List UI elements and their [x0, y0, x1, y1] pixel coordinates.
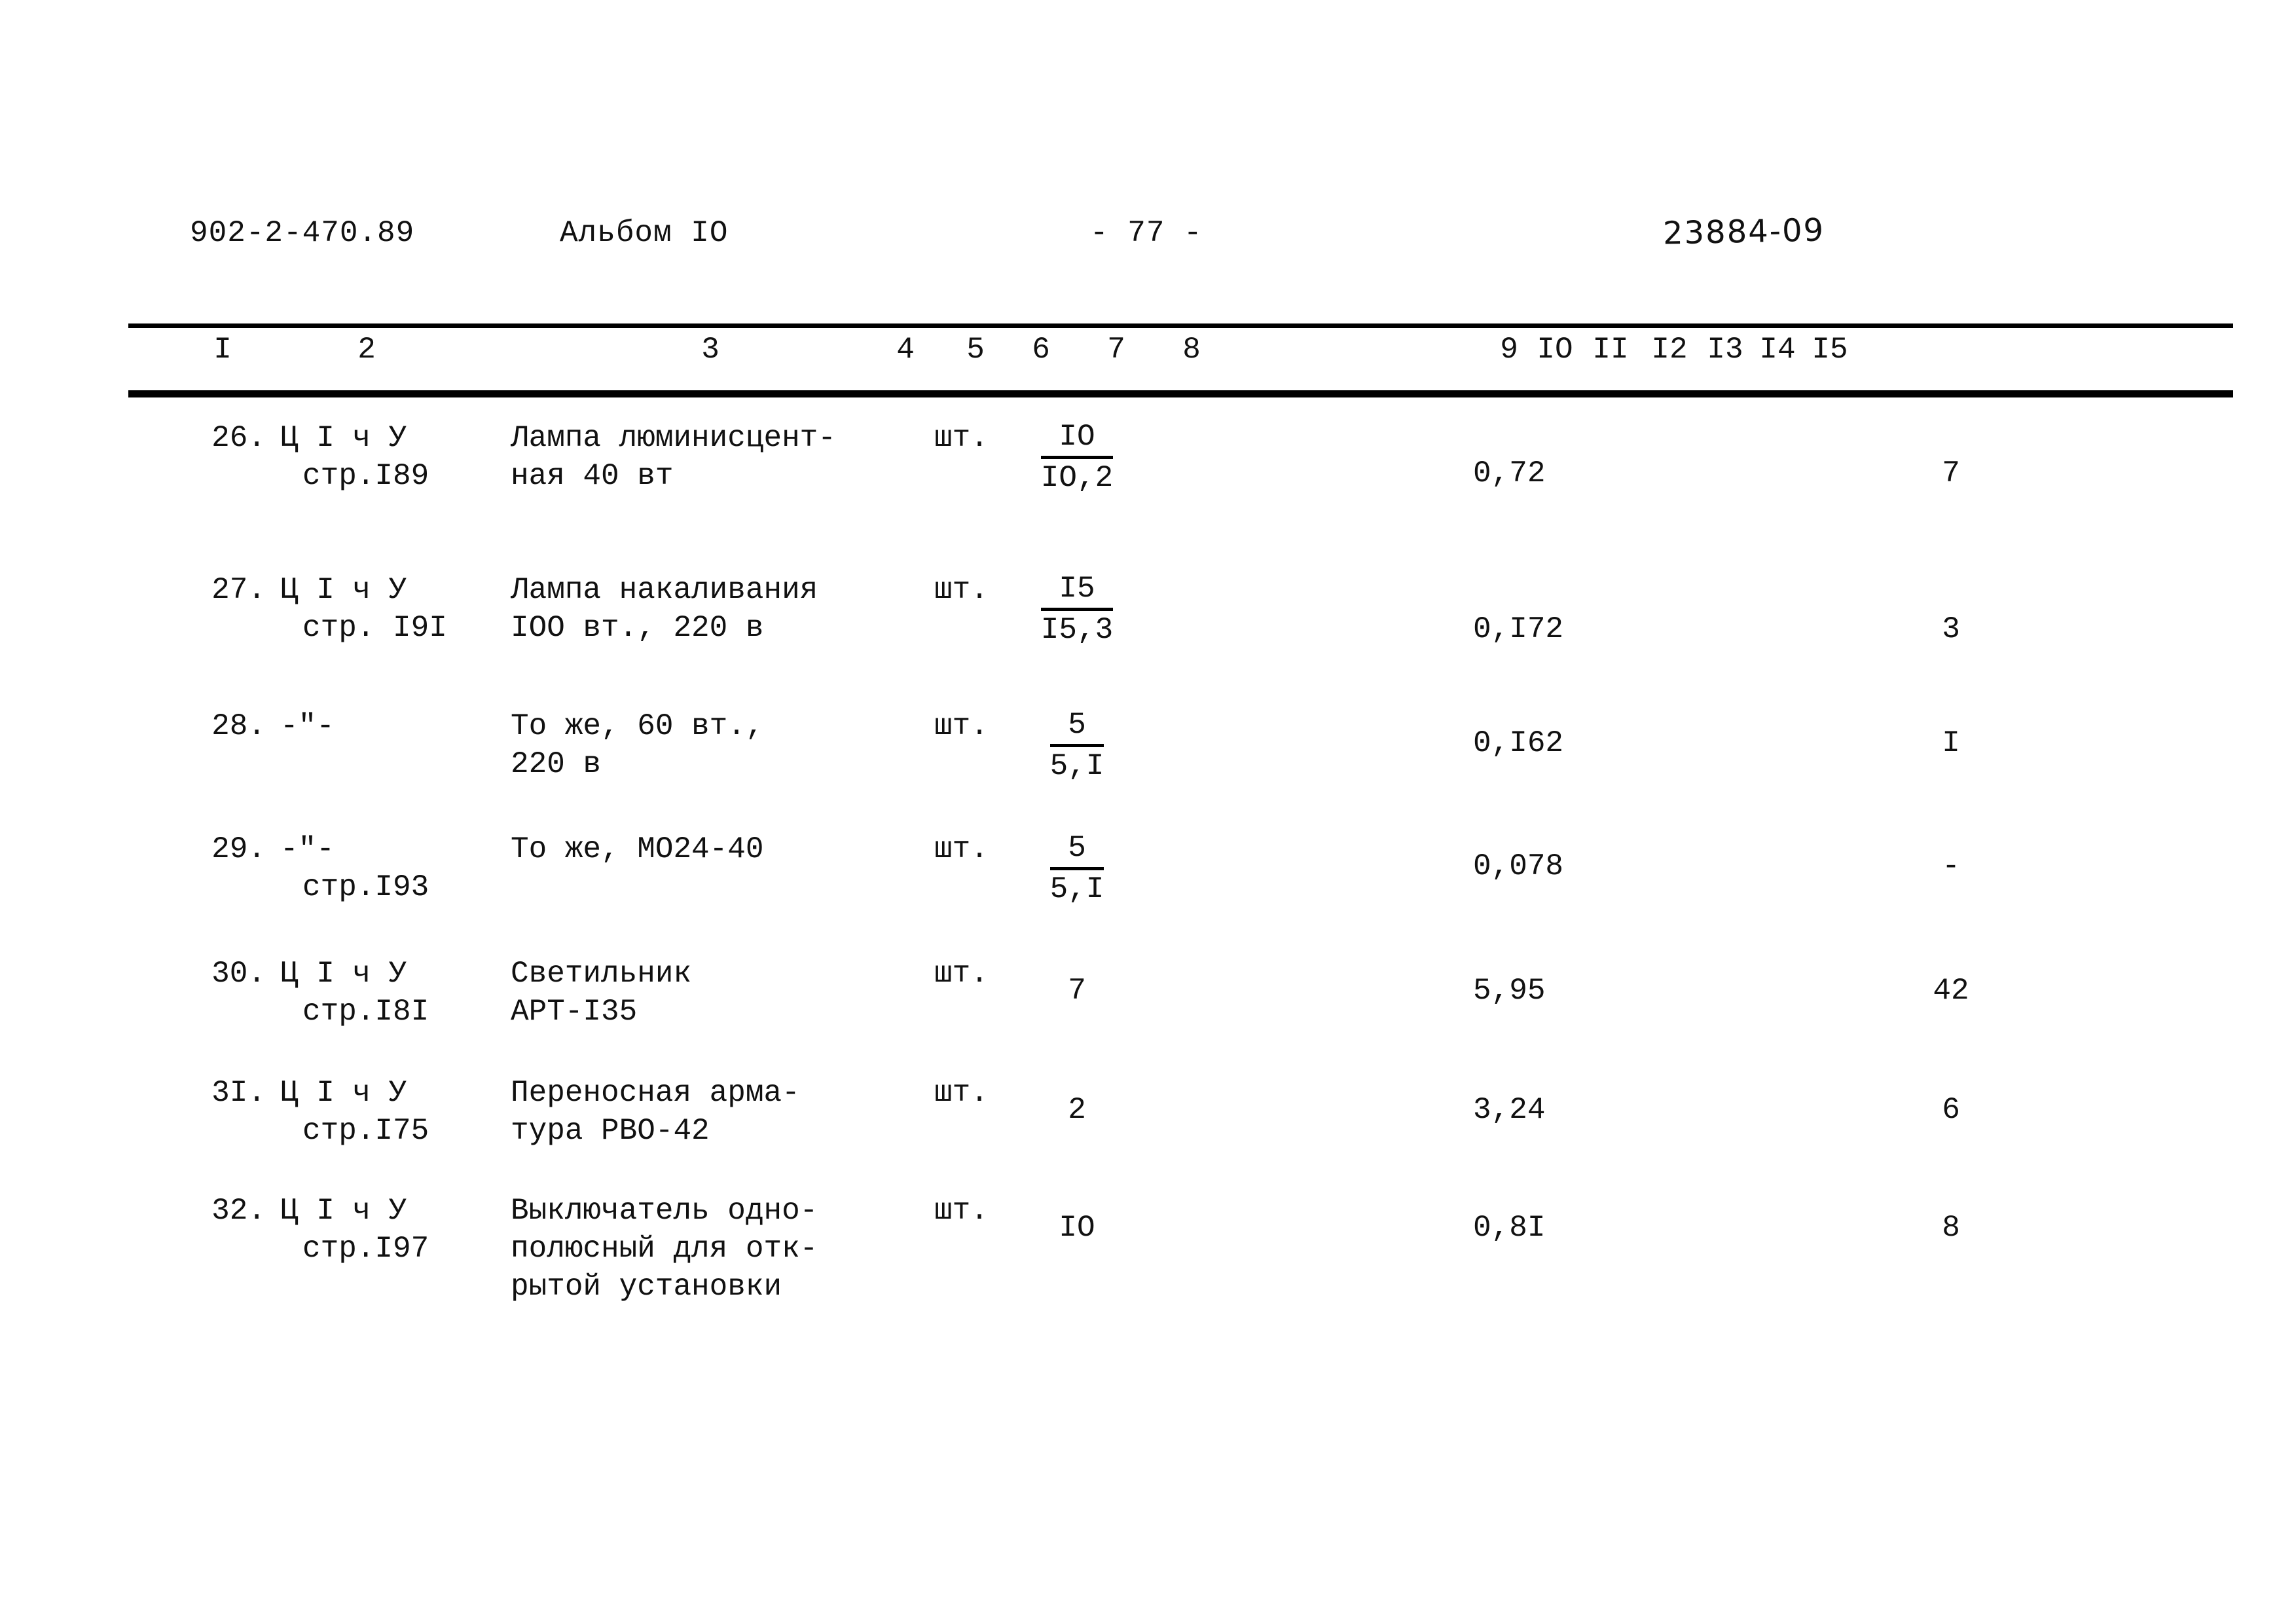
- row-source-reference: Ц I ч Устр. I9I: [280, 573, 447, 645]
- table-rule-bottom: [128, 390, 2233, 397]
- row-unit: шт.: [934, 1194, 989, 1228]
- column-number-row: I 2 3 4 5 6 7 8 9 IO II I2 I3 I4 I5: [0, 333, 2296, 381]
- row-source-reference: -"- стр.I93: [280, 832, 429, 904]
- row-unit-price: 3,24: [1473, 1093, 1546, 1127]
- table-row: 27. Ц I ч Устр. I9I Лампа накаливания IOO в…: [0, 571, 2296, 707]
- row-unit-price: 0,I62: [1473, 726, 1564, 760]
- row-source-reference: Ц I ч Устр.I8I: [280, 957, 429, 1029]
- column-number-13: I3: [1707, 333, 1743, 367]
- column-number-15: I5: [1812, 333, 1848, 367]
- table-row: 28. -"- То же, 60 вт., 220 в шт. 5 5,I 0,I62 I: [0, 707, 2296, 830]
- row-total-value: 8: [1942, 1211, 1960, 1245]
- row-unit: шт.: [934, 709, 989, 743]
- row-quantity: 2: [1068, 1093, 1086, 1127]
- row-quantity: 5 5,I: [1049, 831, 1104, 906]
- row-source-reference: Ц I ч Устр.I97: [280, 1194, 429, 1266]
- row-unit-price: 0,I72: [1473, 612, 1564, 646]
- row-source-reference: Ц I ч Устр.I75: [280, 1076, 429, 1148]
- row-total-value: 7: [1942, 456, 1960, 490]
- column-number-6: 6: [1032, 333, 1050, 367]
- row-unit-price: 0,078: [1473, 849, 1564, 883]
- row-index: 28.: [211, 709, 266, 743]
- row-item-name: То же, МО24-40: [511, 832, 764, 866]
- row-index: 32.: [211, 1194, 266, 1228]
- document-page: 902-2-470.89 Альбом IO - 77 - 23884-09 I…: [0, 0, 2296, 1624]
- table-rule-top: [128, 323, 2233, 328]
- row-unit: шт.: [934, 573, 989, 607]
- document-code: 902-2-470.89: [190, 216, 415, 250]
- column-number-10: IO: [1537, 333, 1573, 367]
- page-number: - 77 -: [1090, 216, 1203, 250]
- row-unit-price: 0,72: [1473, 456, 1546, 490]
- column-number-14: I4: [1759, 333, 1796, 367]
- row-source-reference: Ц I ч Устр.I89: [280, 421, 429, 493]
- column-number-8: 8: [1182, 333, 1201, 367]
- column-number-1: I: [213, 333, 232, 367]
- column-number-11: II: [1592, 333, 1629, 367]
- archive-stamp: 23884-09: [1662, 212, 1825, 252]
- column-number-9: 9: [1500, 333, 1518, 367]
- row-unit: шт.: [934, 421, 989, 455]
- row-item-name: Лампа люминисцент-ная 40 вт: [511, 421, 836, 493]
- row-index: 27.: [211, 573, 266, 607]
- row-unit: шт.: [934, 832, 989, 866]
- row-total-value: 3: [1942, 612, 1960, 646]
- column-number-12: I2: [1651, 333, 1688, 367]
- row-quantity: IO: [1059, 1211, 1095, 1245]
- column-number-3: 3: [701, 333, 720, 367]
- row-total-value: 42: [1933, 974, 1969, 1008]
- row-unit-price: 5,95: [1473, 974, 1546, 1008]
- row-item-name: Светильник АРТ-I35: [511, 957, 692, 1029]
- row-unit-price: 0,8I: [1473, 1211, 1546, 1245]
- row-index: 29.: [211, 832, 266, 866]
- row-item-name: Лампа накаливания IOO вт., 220 в: [511, 573, 818, 645]
- row-unit: шт.: [934, 1076, 989, 1110]
- column-number-2: 2: [357, 333, 376, 367]
- row-source-reference: -"-: [280, 709, 335, 743]
- row-index: 3I.: [211, 1076, 266, 1110]
- row-index: 30.: [211, 957, 266, 991]
- column-number-7: 7: [1107, 333, 1125, 367]
- table-row: 30. Ц I ч Устр.I8I Светильник АРТ-I35 шт. 7 5,…: [0, 955, 2296, 1074]
- row-index: 26.: [211, 421, 266, 455]
- row-quantity: 7: [1068, 974, 1086, 1008]
- row-quantity: IO IO,2: [1040, 420, 1114, 495]
- row-quantity: 5 5,I: [1049, 708, 1104, 783]
- row-quantity: I5 I5,3: [1040, 572, 1114, 647]
- row-total-value: 6: [1942, 1093, 1960, 1127]
- album-label: Альбом IO: [560, 216, 729, 250]
- row-item-name: То же, 60 вт., 220 в: [511, 709, 764, 781]
- row-total-value: I: [1942, 726, 1960, 760]
- table-row: 26. Ц I ч Устр.I89 Лампа люминисцент-ная 4…: [0, 419, 2296, 571]
- column-number-5: 5: [966, 333, 985, 367]
- table-row: 29. -"- стр.I93 То же, МО24-40 шт. 5 5,I 0,078 -: [0, 830, 2296, 955]
- table-row: 3I. Ц I ч Устр.I75 Переносная арма-тура РВ…: [0, 1074, 2296, 1192]
- row-total-value: -: [1942, 849, 1960, 883]
- row-item-name: Переносная арма-тура РВО-42: [511, 1076, 800, 1148]
- row-unit: шт.: [934, 957, 989, 991]
- table-row: 32. Ц I ч Устр.I97 Выключатель одно-полюсн…: [0, 1192, 2296, 1342]
- column-number-4: 4: [896, 333, 915, 367]
- row-item-name: Выключатель одно-полюсный для отк-рытой …: [511, 1194, 818, 1304]
